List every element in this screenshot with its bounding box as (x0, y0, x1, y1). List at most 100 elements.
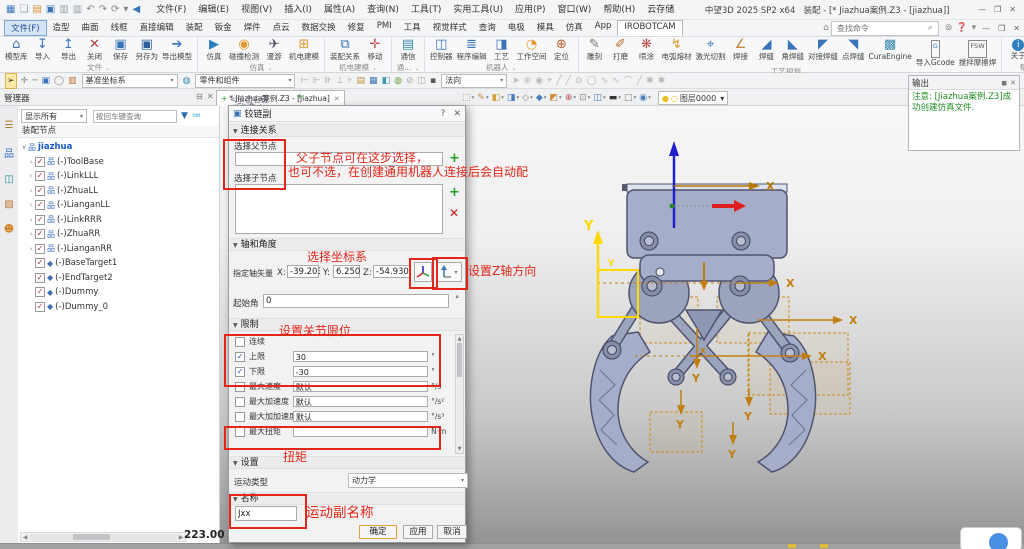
tree-node-(-)EndTarget2[interactable]: ✓◆(-)EndTarget2 (18, 271, 219, 286)
ribbon-tab-App[interactable]: App (589, 20, 618, 36)
ribbon-tab-电极[interactable]: 电极 (502, 20, 531, 36)
ribbon-item-碰撞检测[interactable]: ◉碰撞检测 (227, 38, 261, 63)
child-node-list[interactable] (235, 184, 443, 234)
tree-node-(-)LinkLLL[interactable]: ›✓品(-)LinkLLL (18, 169, 219, 184)
print-icon[interactable]: ▥ (59, 4, 68, 15)
home-icon[interactable]: ⌂ (823, 23, 829, 33)
limit-checkbox-最大加速度[interactable] (235, 397, 245, 407)
tree-root-row[interactable]: ∨品jiazhua (18, 140, 219, 155)
redo-icon[interactable]: ↷ (99, 4, 107, 15)
select-cursor-icon[interactable]: ➢ (5, 73, 17, 89)
motion-type-dropdown[interactable]: 动力学▾ (348, 473, 468, 488)
constraint-icon[interactable]: ⊥ (336, 74, 344, 88)
ribbon-item-喷涂[interactable]: ❋喷涂 (634, 38, 660, 67)
manager-minimize-icon[interactable]: ⊟ (196, 92, 203, 101)
plot-icon[interactable]: ▥ (73, 4, 82, 15)
axis-y-input[interactable] (333, 265, 360, 278)
new-icon[interactable]: ❏ (19, 4, 28, 15)
menu-工具(T)[interactable]: 工具(T) (405, 1, 448, 19)
doc-restore-button[interactable]: ❐ (994, 24, 1009, 33)
ribbon-item-程序编辑[interactable]: ≣程序编辑 (455, 38, 489, 63)
menu-文件(F)[interactable]: 文件(F) (150, 1, 192, 19)
ribbon-item-对接焊缝[interactable]: ◤对接焊缝 (806, 38, 840, 67)
axis-z-input[interactable] (373, 265, 410, 278)
ribbon-item-焊接[interactable]: ∠焊接 (728, 38, 754, 67)
user-tab-icon[interactable]: ☻ (0, 224, 18, 235)
datum-csys-dropdown[interactable]: 基准坐标系▾ (82, 74, 178, 88)
constraint-icon[interactable]: ⊢ (300, 74, 308, 88)
circle-select-icon[interactable]: ◯ (54, 74, 64, 88)
menu-查询(N)[interactable]: 查询(N) (361, 1, 405, 19)
tree-node-(-)ZhuaRR[interactable]: ›✓品(-)ZhuaRR (18, 227, 219, 242)
ribbon-tab-查询[interactable]: 查询 (473, 20, 502, 36)
ribbon-item-控制器[interactable]: ◫控制器 (428, 38, 455, 63)
menu-编辑(E)[interactable]: 编辑(E) (192, 1, 235, 19)
image-mode-icon[interactable]: ▣ (42, 74, 51, 88)
ribbon-tab-PMI[interactable]: PMI (371, 20, 398, 36)
preview-icon[interactable]: ◉▾ (639, 93, 651, 103)
dialog-scrollbar[interactable]: ▲ ▼ (455, 334, 464, 454)
cancel-button[interactable]: 取消 (437, 525, 467, 539)
rotate-center-icon[interactable]: ⊕▾ (565, 93, 576, 103)
sphere-icon[interactable]: ◍ (394, 74, 402, 88)
ribbon-tab-数据交换[interactable]: 数据交换 (296, 20, 342, 36)
app-logo[interactable]: ▦ (6, 4, 15, 15)
layer-dropdown[interactable]: ●○图层0000▾ (658, 91, 728, 105)
solid-icon[interactable]: ◆▾ (536, 93, 547, 103)
wireframe-icon[interactable]: ◇▾ (522, 93, 533, 103)
tree-node-(-)ToolBase[interactable]: ›✓品(-)ToolBase (18, 155, 219, 170)
ribbon-item-打磨[interactable]: ✐打磨 (608, 38, 634, 67)
tree-node-(-)LianganLL[interactable]: ›✓品(-)LianganLL (18, 198, 219, 213)
tree-node-(-)LianganRR[interactable]: ›✓品(-)LianganRR (18, 242, 219, 257)
section-setting[interactable]: ▼设置 (229, 456, 465, 469)
add-child-button[interactable]: + (449, 186, 460, 199)
chart-icon[interactable]: ▥ (68, 74, 77, 88)
limit-input-最大加速度[interactable]: 默认 (293, 396, 428, 407)
ribbon-item-搅拌摩擦焊[interactable]: FSW搅拌摩擦焊 (957, 38, 999, 67)
ribbon-tab-文件(F)[interactable]: 文件(F) (4, 20, 47, 36)
ribbon-item-工作空间[interactable]: ◔工作空间 (515, 38, 549, 63)
menu-属性(A)[interactable]: 属性(A) (318, 1, 361, 19)
new-tab-button[interactable]: + (296, 92, 304, 102)
ribbon-tab-钣金[interactable]: 钣金 (209, 20, 238, 36)
tree-node-(-)ZhuaLL[interactable]: ›✓品(-)ZhuaLL (18, 184, 219, 199)
ribbon-item-移动[interactable]: ✛移动 (362, 38, 388, 63)
ribbon-tab-仿真[interactable]: 仿真 (560, 20, 589, 36)
constraint-icon[interactable]: ⊦ (348, 74, 353, 88)
folder-icon[interactable]: ▤ (357, 74, 366, 88)
caret-down-icon[interactable]: ▾ (972, 23, 977, 33)
undo-icon[interactable]: ↶ (86, 4, 94, 15)
menu-实用工具(U)[interactable]: 实用工具(U) (447, 1, 509, 19)
ribbon-tab-IROBOTCAM[interactable]: IROBOTCAM (617, 20, 682, 36)
view-mode-icon[interactable]: ◧▾ (492, 93, 504, 103)
tree-search-field[interactable] (93, 110, 177, 123)
ribbon-tab-直接编辑[interactable]: 直接编辑 (134, 20, 180, 36)
ribbon-item-导入Gcode[interactable]: G导入Gcode (914, 38, 957, 67)
doc-minimize-button[interactable]: — (978, 24, 994, 33)
grid-icon[interactable]: ▦ (369, 74, 378, 88)
ribbon-item-导出模型[interactable]: ➔导出模型 (160, 38, 194, 63)
output-pin-icon[interactable]: ◼ (1001, 79, 1007, 87)
dialog-titlebar[interactable]: ▣ 铰链副 ? ✕ (229, 106, 465, 122)
tree-node-(-)Dummy[interactable]: ✓◆(-)Dummy (18, 285, 219, 300)
ribbon-item-漫游[interactable]: ✈漫游 (261, 38, 287, 63)
ribbon-item-导出[interactable]: ↥导出 (56, 38, 82, 63)
manager-close-icon[interactable]: ✕ (207, 92, 214, 101)
ribbon-item-导入[interactable]: ↧导入 (30, 38, 56, 63)
doc-close-button[interactable]: ✕ (1009, 24, 1024, 33)
ribbon-item-定位[interactable]: ⊕定位 (549, 38, 575, 63)
ribbon-tab-焊件[interactable]: 焊件 (238, 20, 267, 36)
menu-窗口(W)[interactable]: 窗口(W) (552, 1, 598, 19)
menu-云存储[interactable]: 云存储 (641, 1, 680, 19)
ribbon-item-关闭[interactable]: ✕关闭 (82, 38, 108, 63)
ribbon-tab-工具[interactable]: 工具 (398, 20, 427, 36)
background-icon[interactable]: ▬▾ (609, 93, 621, 103)
tree-search-input[interactable] (94, 111, 176, 122)
command-search[interactable]: ⌕ (831, 21, 939, 36)
ribbon-tab-模具[interactable]: 模具 (531, 20, 560, 36)
menu-插入(I)[interactable]: 插入(I) (278, 1, 318, 19)
dialog-help-icon[interactable]: ? (441, 109, 446, 119)
ribbon-item-CuraEngine[interactable]: ▩CuraEngine (867, 38, 914, 67)
limit-checkbox-最大加加速度[interactable] (235, 412, 245, 422)
tree-node-(-)Dummy_0[interactable]: ✓◆(-)Dummy_0 (18, 300, 219, 315)
